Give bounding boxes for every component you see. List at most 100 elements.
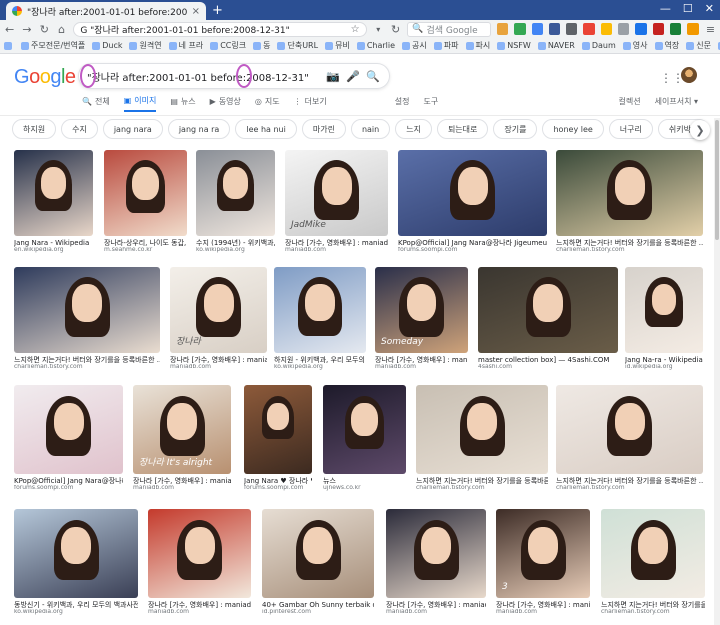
scrollbar[interactable] xyxy=(714,118,720,625)
chip[interactable]: 마가린 xyxy=(301,119,346,139)
extension-icon[interactable] xyxy=(618,23,630,35)
result-caption[interactable]: Jang Na-ra - Wikipedia b... xyxy=(625,356,703,364)
result-caption[interactable]: 느지하면 지는거다! 버터와 장기를을 ... xyxy=(601,601,705,609)
extension-icon[interactable] xyxy=(583,23,595,35)
result-caption[interactable]: 수지 (1994년) - 위키백과, ... xyxy=(196,239,275,247)
result-thumbnail[interactable] xyxy=(196,150,275,236)
image-result[interactable]: 동방신기 - 위키백과, 우리 모두의 백과사전 ko.wikipedia.org xyxy=(14,509,138,616)
browser-tab[interactable]: "장나라 after:2001-01-01 before:2008-12-31"… xyxy=(6,2,206,20)
search-input[interactable]: "장나라 after:2001-01-01 before:2008-12-31"… xyxy=(78,63,390,89)
bookmark-item[interactable] xyxy=(4,41,14,50)
chip[interactable]: 수지 xyxy=(61,119,98,139)
bookmark-item[interactable]: 단축URL xyxy=(277,40,318,51)
close-window-icon[interactable]: ✕ xyxy=(705,2,714,15)
result-caption[interactable]: 장나라-상우리, 나이도 동갑, ... xyxy=(104,239,187,247)
result-thumbnail[interactable] xyxy=(601,509,705,598)
extension-icon[interactable] xyxy=(566,23,578,35)
chip[interactable]: 장기를 xyxy=(493,119,538,139)
chip[interactable]: 느지 xyxy=(395,119,432,139)
search-icon[interactable]: 🔍 xyxy=(365,70,381,83)
bookmark-item[interactable]: NAVER xyxy=(537,41,575,50)
extension-icon[interactable] xyxy=(687,23,699,35)
reload-icon[interactable]: ↻ xyxy=(39,23,50,36)
tab-all[interactable]: 🔍 전체 xyxy=(82,90,110,112)
result-caption[interactable]: 장나라 [가수, 영화배우] : maniadb... xyxy=(386,601,486,609)
safesearch-dropdown[interactable]: 세이프서치 ▾ xyxy=(655,90,698,112)
image-result[interactable]: 장나라-상우리, 나이도 동갑, ... m.seahme.co.kr xyxy=(104,150,187,254)
bookmark-item[interactable]: NSFW xyxy=(497,41,531,50)
dropdown-icon[interactable]: ▾ xyxy=(373,25,384,34)
result-caption[interactable]: 장나라 [가수, 영화배우] : maniadb... xyxy=(285,239,388,247)
image-result[interactable]: 40+ Gambar Oh Sunny terbaik di 2020 | ..… xyxy=(262,509,374,616)
result-caption[interactable]: master collection box] — 4Sashi.COM xyxy=(478,356,618,364)
bookmark-item[interactable]: 역장 xyxy=(654,40,679,51)
result-caption[interactable]: 장나라 [가수, 영화배우] : mania... xyxy=(170,356,267,364)
result-caption[interactable]: 장나라 [가수, 영화배우] : maniadb... xyxy=(148,601,251,609)
image-result[interactable]: 느지하면 지는거다! 버터와 장기를을 등록바른한 ...charlieman.… xyxy=(416,385,548,492)
bookmark-item[interactable]: Daum xyxy=(581,41,616,50)
extension-icon[interactable] xyxy=(635,23,647,35)
result-thumbnail[interactable] xyxy=(244,385,312,474)
result-thumbnail[interactable] xyxy=(262,509,374,598)
extension-icon[interactable] xyxy=(496,23,509,35)
bookmark-item[interactable]: 동 xyxy=(253,40,270,51)
google-logo[interactable]: Google xyxy=(14,66,76,89)
image-result[interactable]: 하지원 - 위키백과, 우리 모두의 ... ko.wikipedia.org xyxy=(274,267,366,371)
bookmark-item[interactable]: 신문 xyxy=(686,40,711,51)
chip[interactable]: 퇴는대로 xyxy=(436,119,489,139)
maximize-icon[interactable]: ☐ xyxy=(683,2,693,15)
extension-icon[interactable] xyxy=(600,23,613,35)
image-result[interactable]: KPop@Official] Jang Nara@장나라 Jigeumeun! … xyxy=(398,150,547,254)
result-caption[interactable]: 느지하면 지는거다! 버터와 장기를을 등록바른한 ... xyxy=(416,477,548,485)
result-caption[interactable]: 느지하면 지는거다! 버터와 장기를을 등록바른한 ... xyxy=(14,356,160,364)
chip[interactable]: 너구리 xyxy=(608,119,653,139)
tools-link[interactable]: 도구 xyxy=(423,90,438,112)
result-thumbnail[interactable] xyxy=(14,267,160,353)
chip[interactable]: lee ha nui xyxy=(235,119,297,139)
image-result[interactable]: 장나라 [가수, 영화배우] : maniadb...maniadb.com xyxy=(386,509,486,616)
bookmark-item[interactable]: Duck xyxy=(92,41,122,50)
chip[interactable]: honey lee xyxy=(542,119,604,139)
bookmark-item[interactable]: 파파 xyxy=(433,40,459,51)
result-thumbnail[interactable] xyxy=(556,150,703,236)
tab-more[interactable]: ⋮ 더보기 xyxy=(294,90,327,112)
close-tab-icon[interactable]: × xyxy=(192,6,200,17)
result-caption[interactable]: 장나라 [가수, 영화배우] : maniadb.com xyxy=(496,601,590,609)
minimize-icon[interactable]: — xyxy=(660,2,671,15)
image-result[interactable]: Someday 장나라 [가수, 영화배우] : mania...maniadb.… xyxy=(375,267,468,371)
bookmark-item[interactable]: CC링크 xyxy=(210,40,246,51)
result-caption[interactable]: 장나라 [가수, 영화배우] : mania... xyxy=(375,356,468,364)
result-thumbnail[interactable] xyxy=(104,150,187,236)
image-result[interactable]: 느지하면 지는거다! 버터와 장기를을 등록바른한 ...charlieman.… xyxy=(556,385,703,492)
result-caption[interactable]: Jang Nara ♥ 장나라 ♥ ... xyxy=(244,477,312,485)
refresh-icon[interactable]: ↻ xyxy=(390,23,401,36)
image-result[interactable]: 느지하면 지는거다! 버터와 장기를을 등록바른한 ...charlieman.… xyxy=(14,267,160,371)
image-result[interactable]: 수지 (1994년) - 위키백과, ...ko.wikipedia.org xyxy=(196,150,275,254)
new-tab-icon[interactable]: + xyxy=(212,3,223,18)
home-icon[interactable]: ⌂ xyxy=(56,23,67,36)
result-thumbnail[interactable]: 3 xyxy=(496,509,590,598)
bookmark-item[interactable]: 뮤비 xyxy=(325,40,350,51)
result-caption[interactable]: 장나라 [가수, 영화배우] : maniadb... xyxy=(133,477,231,485)
image-result[interactable]: 장나라 [가수, 영화배우] : maniadb...maniadb.com xyxy=(148,509,251,616)
result-caption[interactable]: KPop@Official] Jang Nara@장나라 Jigeumeun! … xyxy=(398,239,547,247)
tab-news[interactable]: ▤ 뉴스 xyxy=(170,90,195,112)
image-result[interactable]: KPop@Official] Jang Nara@장나라 Ji...forums… xyxy=(14,385,123,492)
result-thumbnail[interactable] xyxy=(14,509,138,598)
extension-icon[interactable] xyxy=(652,23,665,35)
result-thumbnail[interactable]: 장나라 It's alright xyxy=(133,385,231,474)
image-result[interactable]: master collection box] — 4Sashi.COM 4sash… xyxy=(478,267,618,371)
chips-next-icon[interactable]: ❯ xyxy=(690,120,710,140)
camera-icon[interactable]: 📷 xyxy=(325,70,341,83)
image-result[interactable]: 장나라 It's alright 장나라 [가수, 영화배우] : maniadb… xyxy=(133,385,231,492)
bookmark-item[interactable]: 주모전문/번역플 xyxy=(21,40,85,51)
chip[interactable]: 하지원 xyxy=(12,119,57,139)
result-thumbnail[interactable]: JadMike xyxy=(285,150,388,236)
image-result[interactable]: Jang Na-ra - Wikipedia b...id.wikipedia.… xyxy=(625,267,703,371)
result-thumbnail[interactable] xyxy=(556,385,703,474)
extension-icon[interactable] xyxy=(514,23,526,35)
image-result[interactable]: 3 장나라 [가수, 영화배우] : maniadb.commaniadb.com xyxy=(496,509,590,616)
bookmark-star-icon[interactable]: ☆ xyxy=(351,24,360,35)
result-thumbnail[interactable] xyxy=(14,385,123,474)
result-caption[interactable]: 하지원 - 위키백과, 우리 모두의 ... xyxy=(274,356,366,364)
